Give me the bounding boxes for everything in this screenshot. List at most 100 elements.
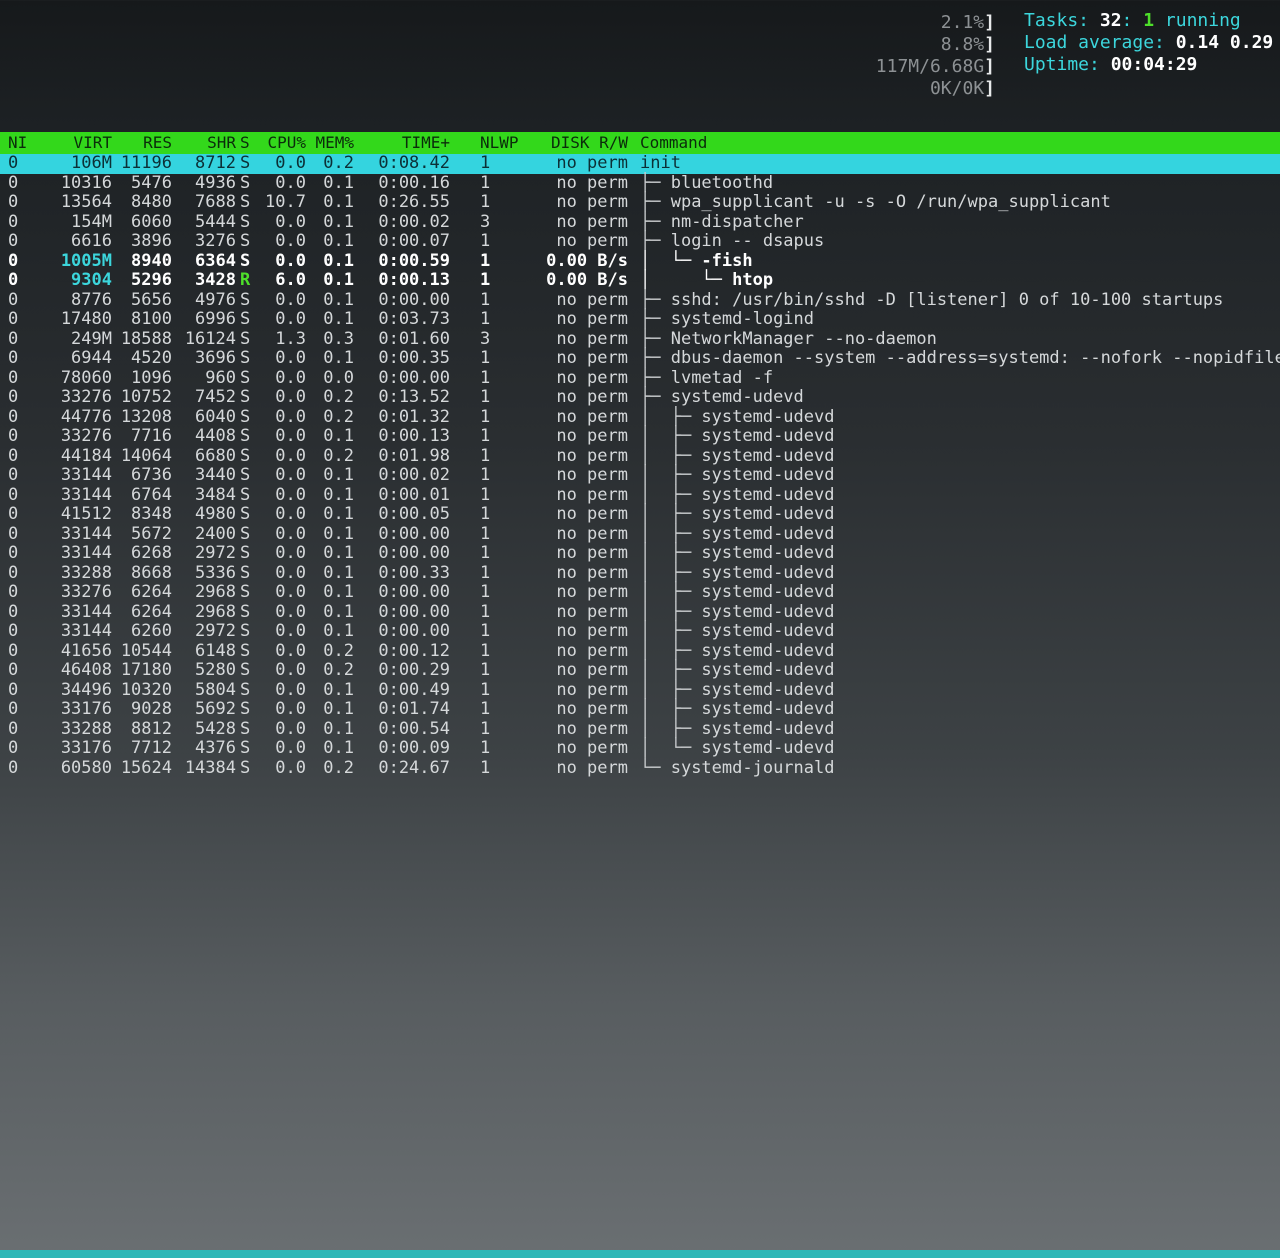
process-command-text: systemd-udevd (701, 601, 835, 622)
process-time: 0:00.29 (378, 660, 450, 680)
process-virt: 106M (71, 153, 112, 173)
process-nlwp: 1 (480, 543, 491, 563)
process-row[interactable]: 0 33276 10752 7452 S 0.0 0.2 0:13.52 1 no perm ├─ … (0, 387, 1280, 408)
process-shr: 3428 (195, 270, 236, 290)
process-shr: 6996 (195, 309, 236, 329)
column-command[interactable]: Command (640, 132, 707, 154)
column-time[interactable]: TIME+ (366, 132, 450, 154)
process-nlwp: 1 (480, 250, 491, 271)
process-tree-branch: │ ├─ (640, 660, 702, 680)
process-cpu: 0.0 (275, 621, 306, 641)
process-command-text: systemd-logind (670, 309, 815, 329)
process-cpu: 0.0 (275, 699, 306, 719)
column-virt[interactable]: VIRT (40, 132, 112, 154)
column-disk[interactable]: DISK R/W (520, 132, 628, 154)
process-command-text: systemd-udevd (701, 504, 835, 524)
process-command-text: systemd-udevd (701, 523, 835, 544)
process-row[interactable]: 0 41512 8348 4980 S 0.0 0.1 0:00.05 1 no perm │ ├─… (0, 504, 1280, 525)
process-row[interactable]: 0 6616 3896 3276 S 0.0 0.1 0:00.07 1 no perm ├─ lo… (0, 231, 1280, 252)
process-command: ├─ systemd-udevd (640, 387, 804, 408)
process-s: S (240, 543, 251, 563)
process-cpu: 0.0 (275, 465, 306, 485)
process-row[interactable]: 0 33144 6764 3484 S 0.0 0.1 0:00.01 1 no perm │ ├─… (0, 485, 1280, 506)
process-ni: 0 (8, 543, 19, 563)
load-average-line: Load average: 0.14 0.29 (1024, 32, 1274, 53)
cpu-meter-2: 8.8%] (940, 34, 995, 55)
column-ni[interactable]: NI (8, 132, 27, 154)
process-mem: 0.1 (323, 348, 354, 368)
process-virt: 6944 (71, 348, 112, 368)
process-row[interactable]: 0 17480 8100 6996 S 0.0 0.1 0:03.73 1 no perm ├─ s… (0, 309, 1280, 330)
process-nlwp: 1 (480, 523, 491, 544)
process-row[interactable]: 0 33288 8812 5428 S 0.0 0.1 0:00.54 1 no perm │ ├─… (0, 718, 1280, 740)
column-res[interactable]: RES (112, 132, 172, 154)
process-row[interactable]: 0 33144 5672 2400 S 0.0 0.1 0:00.00 1 no perm │ ├─… (0, 523, 1280, 545)
process-nlwp: 3 (480, 328, 491, 349)
process-cpu: 0.0 (275, 679, 306, 700)
process-virt: 33288 (60, 718, 112, 739)
process-row[interactable]: 0 46408 17180 5280 S 0.0 0.2 0:00.29 1 no perm │ ├… (0, 660, 1280, 681)
process-res: 14064 (120, 445, 172, 466)
process-s: S (240, 192, 251, 212)
process-res: 6260 (131, 621, 172, 641)
process-row[interactable]: 0 6944 4520 3696 S 0.0 0.1 0:00.35 1 no perm ├─ db… (0, 348, 1280, 369)
process-shr: 7688 (195, 192, 236, 212)
process-mem: 0.2 (323, 406, 354, 427)
process-row[interactable]: 0 33176 9028 5692 S 0.0 0.1 0:01.74 1 no perm │ ├─… (0, 699, 1280, 720)
column-shr[interactable]: SHR (172, 132, 236, 154)
process-row[interactable]: 0 33144 6736 3440 S 0.0 0.1 0:00.02 1 no perm │ ├─… (0, 465, 1280, 486)
process-mem: 0.1 (323, 601, 354, 622)
process-row[interactable]: 0 44776 13208 6040 S 0.0 0.2 0:01.32 1 no perm │ ├… (0, 406, 1280, 428)
process-mem: 0.1 (323, 523, 354, 544)
process-row[interactable]: 0 33144 6260 2972 S 0.0 0.1 0:00.00 1 no perm │ ├─… (0, 621, 1280, 642)
process-tree-branch: │ ├─ (640, 426, 702, 446)
process-ni: 0 (8, 387, 19, 407)
process-row[interactable]: 0 34496 10320 5804 S 0.0 0.1 0:00.49 1 no perm │ ├… (0, 679, 1280, 701)
process-row[interactable]: 0 33144 6264 2968 S 0.0 0.1 0:00.00 1 no perm │ ├─… (0, 601, 1280, 623)
process-cpu: 0.0 (275, 582, 306, 602)
process-s: S (240, 367, 251, 388)
process-shr: 5428 (195, 718, 236, 739)
process-virt: 78060 (60, 367, 112, 388)
process-row[interactable]: 0 1005M 8940 6364 S 0.0 0.1 0:00.59 1 0.00 B/s │ └… (0, 250, 1280, 272)
process-ni: 0 (8, 465, 19, 485)
process-command-text: systemd-udevd (701, 738, 835, 758)
process-row[interactable]: 0 8776 5656 4976 S 0.0 0.1 0:00.00 1 no perm ├─ ss… (0, 290, 1280, 311)
column-mem[interactable]: MEM% (310, 132, 354, 154)
column-state[interactable]: S (240, 132, 250, 154)
process-row[interactable]: 0 41656 10544 6148 S 0.0 0.2 0:00.12 1 no perm │ ├… (0, 641, 1280, 662)
column-cpu[interactable]: CPU% (262, 132, 306, 154)
process-row[interactable]: 0 249M 18588 16124 S 1.3 0.3 0:01.60 3 no perm ├─ … (0, 328, 1280, 350)
uptime-line: Uptime: 00:04:29 (1024, 54, 1198, 75)
process-row[interactable]: 0 9304 5296 3428 R 6.0 0.1 0:00.13 1 0.00 B/s │ └─… (0, 270, 1280, 291)
process-row[interactable]: 0 33276 6264 2968 S 0.0 0.1 0:00.00 1 no perm │ ├─… (0, 582, 1280, 603)
process-tree-branch: │ ├─ (640, 621, 702, 641)
process-cpu: 10.7 (265, 192, 306, 212)
process-shr: 6040 (195, 406, 236, 427)
column-header[interactable]: NI VIRT RES SHR S CPU% MEM% TIME+ NLWP D… (0, 132, 1280, 154)
process-res: 18588 (120, 328, 172, 349)
process-ni: 0 (8, 328, 19, 349)
process-row[interactable]: 0 106M 11196 8712 S 0.0 0.2 0:08.42 1 no perm init (0, 153, 1280, 174)
column-nlwp[interactable]: NLWP (480, 132, 519, 154)
process-s: S (240, 621, 251, 641)
process-row[interactable]: 0 78060 1096 960 S 0.0 0.0 0:00.00 1 no perm ├─ lv… (0, 367, 1280, 389)
process-row[interactable]: 0 13564 8480 7688 S 10.7 0.1 0:26.55 1 no perm ├─ … (0, 192, 1280, 213)
process-row[interactable]: 0 33276 7716 4408 S 0.0 0.1 0:00.13 1 no perm │ ├─… (0, 426, 1280, 447)
process-time: 0:00.00 (378, 621, 450, 641)
process-s: S (240, 309, 251, 329)
process-row[interactable]: 0 154M 6060 5444 S 0.0 0.1 0:00.02 3 no perm ├─ nm… (0, 212, 1280, 233)
process-nlwp: 1 (480, 445, 491, 466)
process-row[interactable]: 0 44184 14064 6680 S 0.0 0.2 0:01.98 1 no perm │ ├… (0, 445, 1280, 467)
process-command: │ ├─ systemd-udevd (640, 699, 834, 720)
process-row[interactable]: 0 33288 8668 5336 S 0.0 0.1 0:00.33 1 no perm │ ├─… (0, 562, 1280, 584)
process-row[interactable]: 0 10316 5476 4936 S 0.0 0.1 0:00.16 1 no perm ├─ b… (0, 173, 1280, 194)
process-cpu: 0.0 (275, 504, 306, 524)
process-row[interactable]: 0 33176 7712 4376 S 0.0 0.1 0:00.09 1 no perm │ └─… (0, 738, 1280, 759)
process-row[interactable]: 0 33144 6268 2972 S 0.0 0.1 0:00.00 1 no perm │ ├─… (0, 543, 1280, 564)
process-row[interactable]: 0 60580 15624 14384 S 0.0 0.2 0:24.67 1 no perm └─… (0, 758, 1280, 779)
process-tree-branch: │ ├─ (640, 562, 702, 583)
process-nlwp: 1 (480, 426, 491, 446)
process-mem: 0.1 (323, 426, 354, 446)
process-shr: 6680 (195, 445, 236, 466)
